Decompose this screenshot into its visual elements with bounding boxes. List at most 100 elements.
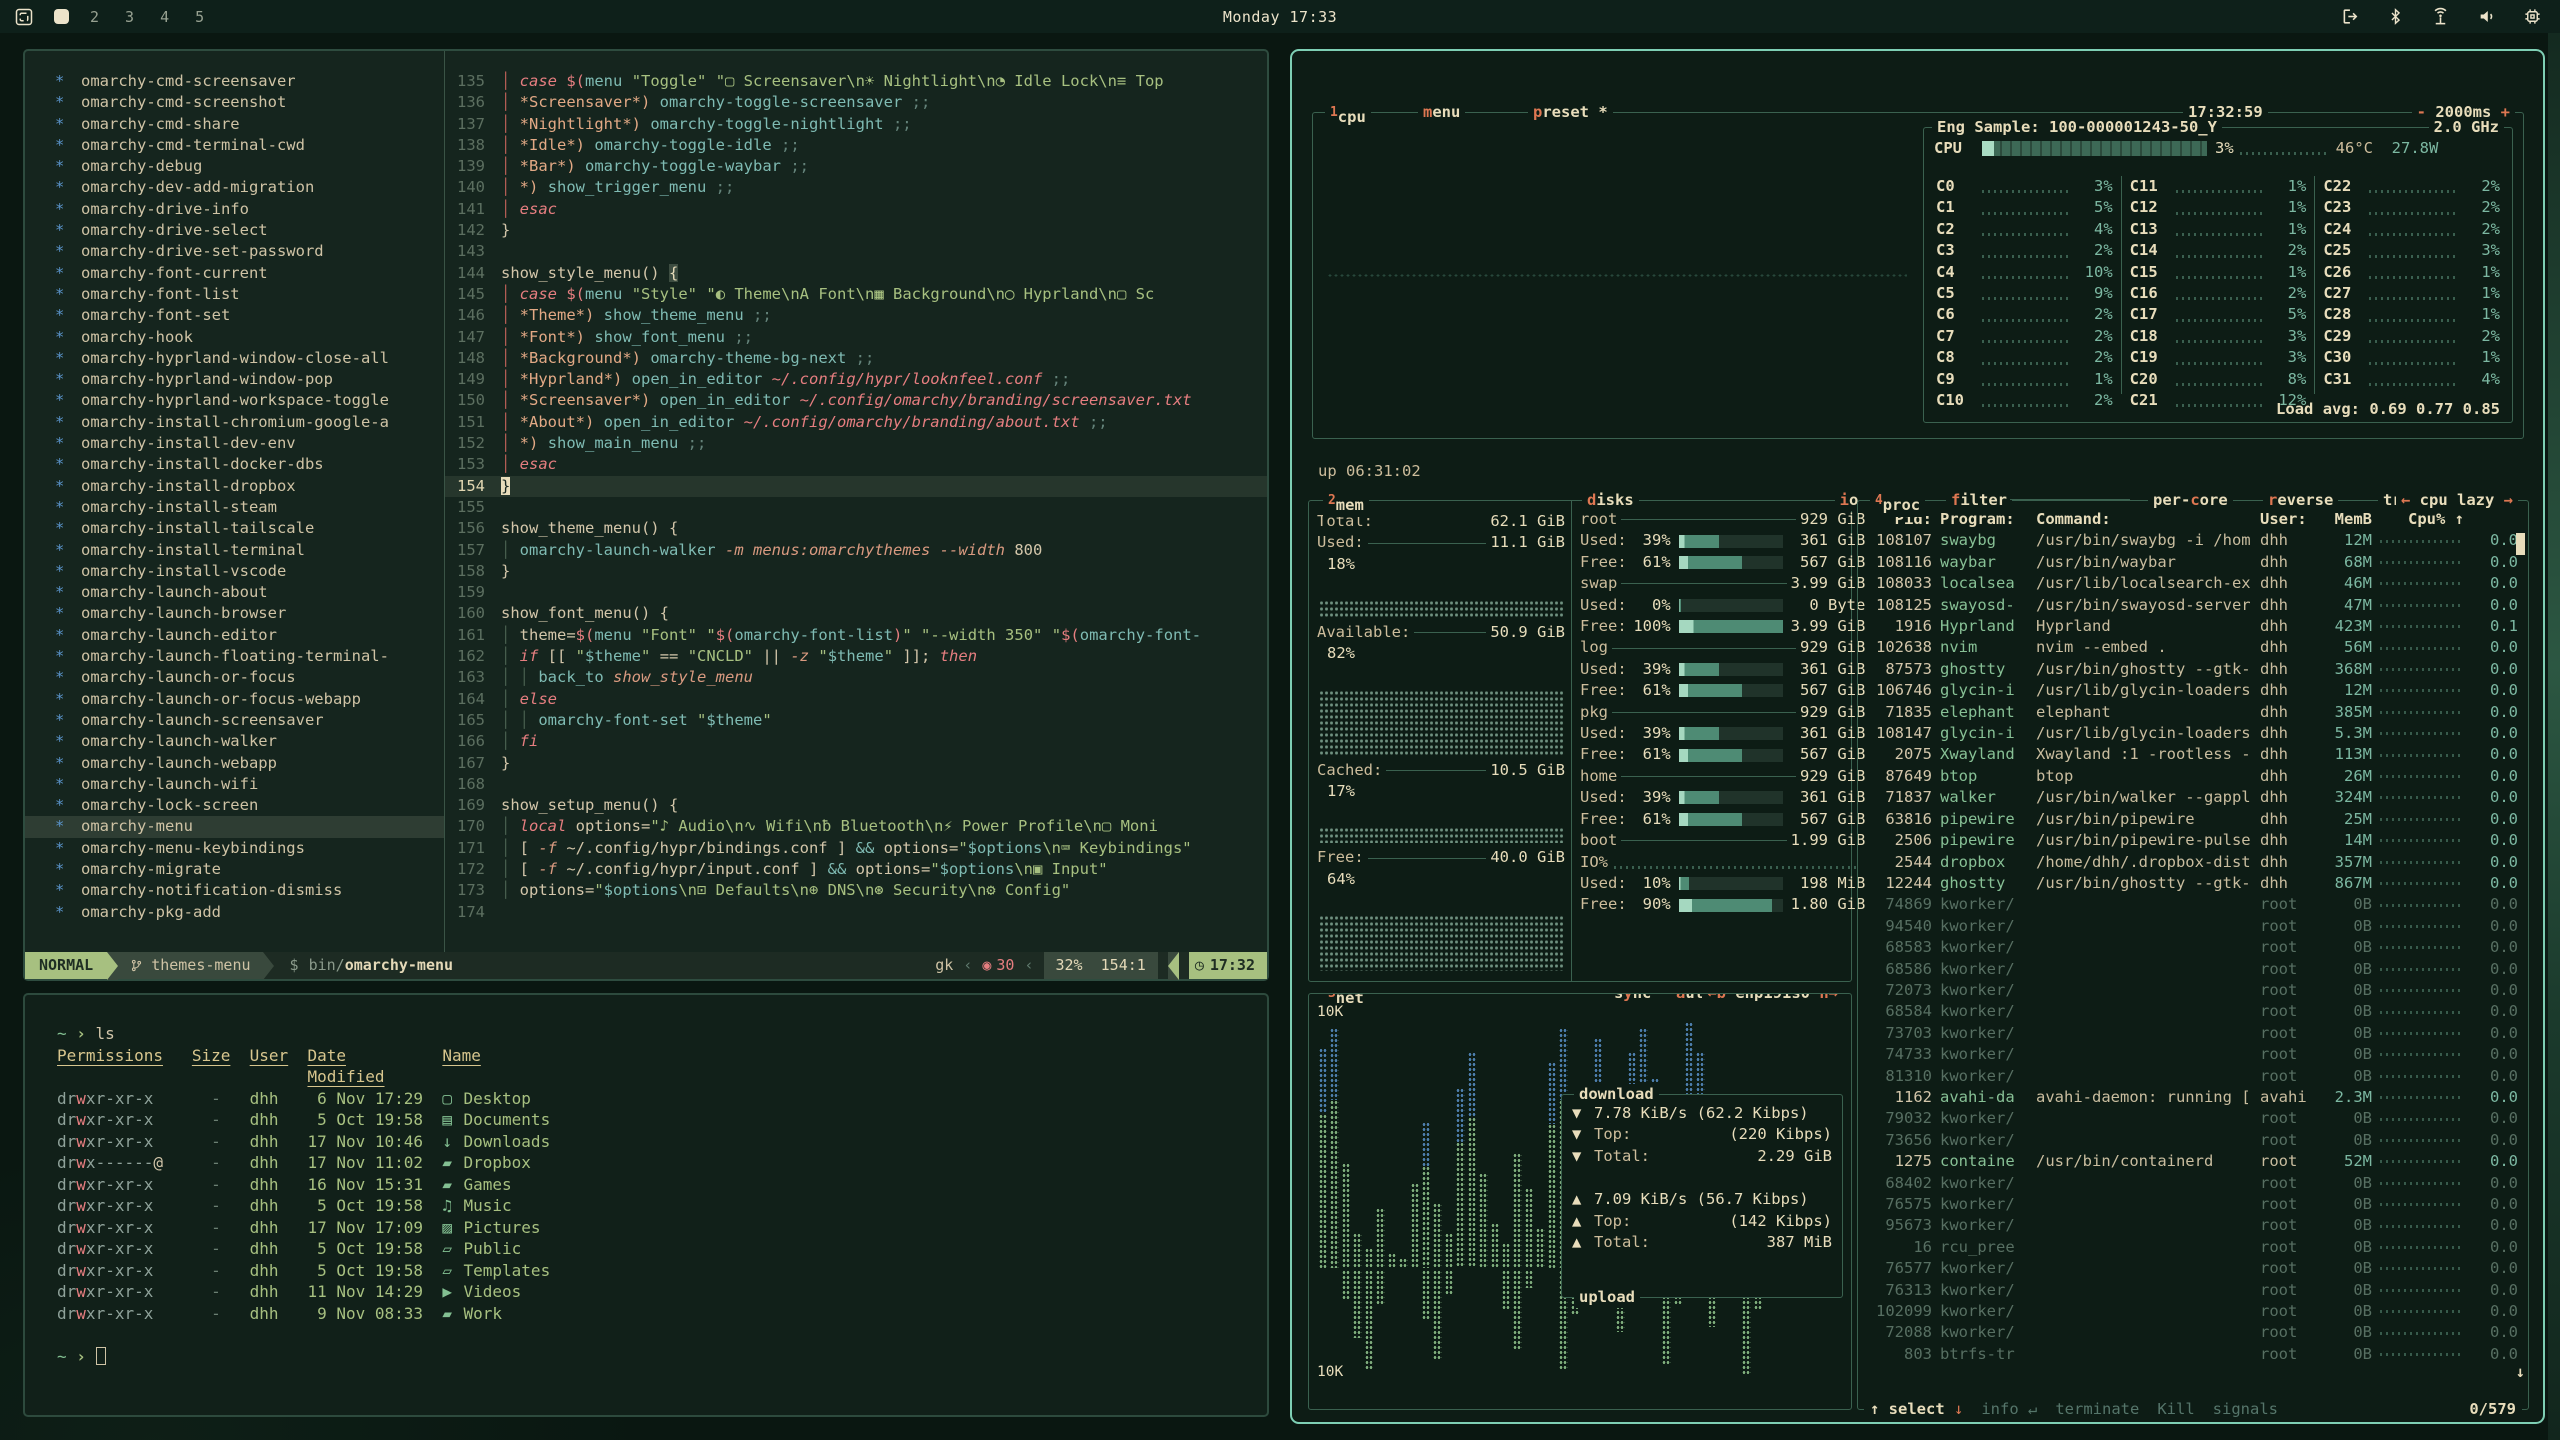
process-row[interactable]: 1275containe/usr/bin/containerdroot52M0.… (1858, 1151, 2528, 1172)
file-item[interactable]: *omarchy-launch-webapp (25, 753, 444, 774)
file-item[interactable]: *omarchy-hook (25, 327, 444, 348)
workspace-3[interactable]: 3 (120, 8, 139, 26)
file-item[interactable]: *omarchy-launch-walker (25, 731, 444, 752)
process-row[interactable]: 63816pipewire/usr/bin/pipewiredhh25M0.0 (1858, 809, 2528, 830)
process-row[interactable]: 72088kworker/root0B0.0 (1858, 1322, 2528, 1343)
process-row[interactable]: 68402kworker/root0B0.0 (1858, 1173, 2528, 1194)
file-item[interactable]: *omarchy-lock-screen (25, 795, 444, 816)
logout-icon[interactable] (2342, 7, 2361, 26)
process-row[interactable]: 12244ghostty/usr/bin/ghostty --gtk-dhh86… (1858, 873, 2528, 894)
process-row[interactable]: 68586kworker/root0B0.0 (1858, 959, 2528, 980)
file-item[interactable]: *omarchy-font-list (25, 284, 444, 305)
process-row[interactable]: 108107swaybg/usr/bin/swaybg -i /homdhh12… (1858, 530, 2528, 551)
terminal-window[interactable]: ~ › lsPermissionsSizeUserDate ModifiedNa… (23, 993, 1269, 1417)
file-item[interactable]: *omarchy-install-steam (25, 497, 444, 518)
file-item[interactable]: *omarchy-install-vscode (25, 561, 444, 582)
process-row[interactable]: 87649btopbtopdhh26M0.0 (1858, 766, 2528, 787)
file-item[interactable]: *omarchy-install-chromium-google-a (25, 412, 444, 433)
file-item[interactable]: *omarchy-launch-wifi (25, 774, 444, 795)
file-item[interactable]: *omarchy-font-current (25, 263, 444, 284)
process-row[interactable]: 108033localsea/usr/lib/localsearch-exdhh… (1858, 573, 2528, 594)
shell-prompt[interactable]: ~ › (57, 1346, 1267, 1368)
file-item[interactable]: *omarchy-drive-set-password (25, 241, 444, 262)
process-row[interactable]: 74869kworker/root0B0.0 (1858, 894, 2528, 915)
file-item[interactable]: *omarchy-menu (25, 816, 444, 837)
net-sync-button[interactable]: sync (1609, 993, 1656, 1004)
reverse-button[interactable]: reverse (2263, 490, 2338, 511)
kill-button[interactable]: Kill (2157, 1399, 2194, 1420)
process-row[interactable]: 108125swayosd-/usr/bin/swayosd-serverdhh… (1858, 595, 2528, 616)
sort-selector[interactable]: ← cpu lazy → (2396, 490, 2518, 511)
file-item[interactable]: *omarchy-launch-floating-terminal- (25, 646, 444, 667)
process-row[interactable]: 16rcu_preeroot0B0.0 (1858, 1237, 2528, 1258)
file-item[interactable]: *omarchy-debug (25, 156, 444, 177)
file-item[interactable]: *omarchy-font-set (25, 305, 444, 326)
filter-input[interactable] (2010, 490, 2130, 500)
process-row[interactable]: 102099kworker/root0B0.0 (1858, 1301, 2528, 1322)
proc-scroll-down-icon[interactable]: ↓ (2516, 1362, 2525, 1383)
file-item[interactable]: *omarchy-launch-editor (25, 625, 444, 646)
proc-scrollbar-thumb[interactable] (2516, 533, 2525, 555)
menu-button[interactable]: menu (1418, 102, 1465, 123)
process-row[interactable]: 76575kworker/root0B0.0 (1858, 1194, 2528, 1215)
file-item[interactable]: *omarchy-pkg-add (25, 902, 444, 923)
process-row[interactable]: 72073kworker/root0B0.0 (1858, 980, 2528, 1001)
cpu-chip-icon[interactable] (2523, 7, 2542, 26)
file-item[interactable]: *omarchy-hyprland-workspace-toggle (25, 390, 444, 411)
file-item[interactable]: *omarchy-hyprland-window-close-all (25, 348, 444, 369)
volume-icon[interactable] (2477, 7, 2497, 26)
process-row[interactable]: 81310kworker/root0B0.0 (1858, 1066, 2528, 1087)
file-item[interactable]: *omarchy-install-dropbox (25, 476, 444, 497)
code-buffer[interactable]: 135│ case $(menu "Toggle" "▢ Screensaver… (445, 51, 1267, 952)
file-item[interactable]: *omarchy-cmd-screenshot (25, 92, 444, 113)
process-row[interactable]: 74733kworker/root0B0.0 (1858, 1044, 2528, 1065)
process-row[interactable]: 2075XwaylandXwayland :1 -rootless -dhh11… (1858, 744, 2528, 765)
file-item[interactable]: *omarchy-cmd-share (25, 114, 444, 135)
process-row[interactable]: 2506pipewire/usr/bin/pipewire-pulsedhh14… (1858, 830, 2528, 851)
network-icon[interactable] (2430, 7, 2451, 26)
file-item[interactable]: *omarchy-launch-about (25, 582, 444, 603)
file-item[interactable]: *omarchy-drive-select (25, 220, 444, 241)
workspace-4[interactable]: 4 (155, 8, 174, 26)
btop-window[interactable]: 1cpumenupreset *17:32:59- 2000ms +Eng Sa… (1290, 49, 2545, 1424)
workspace-2[interactable]: 2 (85, 8, 104, 26)
process-row[interactable]: 73656kworker/root0B0.0 (1858, 1130, 2528, 1151)
file-list[interactable]: *omarchy-cmd-screensaver*omarchy-cmd-scr… (25, 51, 445, 952)
info-button[interactable]: info ↵ (1981, 1399, 2037, 1420)
file-item[interactable]: *omarchy-launch-or-focus-webapp (25, 689, 444, 710)
terminate-button[interactable]: terminate (2055, 1399, 2139, 1420)
file-item[interactable]: *omarchy-install-terminal (25, 540, 444, 561)
file-item[interactable]: *omarchy-notification-dismiss (25, 880, 444, 901)
process-row[interactable]: 803btrfs-trroot0B0.0 (1858, 1344, 2528, 1365)
process-row[interactable]: 2544dropbox/home/dhh/.dropbox-distdhh357… (1858, 852, 2528, 873)
file-item[interactable]: *omarchy-install-tailscale (25, 518, 444, 539)
process-row[interactable]: 79032kworker/root0B0.0 (1858, 1108, 2528, 1129)
process-row[interactable]: 94540kworker/root0B0.0 (1858, 916, 2528, 937)
workspace-5[interactable]: 5 (190, 8, 209, 26)
process-row[interactable]: 102638nvimnvim --embed .dhh56M0.0 (1858, 637, 2528, 658)
process-row[interactable]: 1162avahi-daavahi-daemon: running [avahi… (1858, 1087, 2528, 1108)
process-row[interactable]: 1916HyprlandHyprlanddhh423M0.1 (1858, 616, 2528, 637)
bluetooth-icon[interactable] (2387, 7, 2404, 26)
signals-button[interactable]: signals (2213, 1399, 2278, 1420)
process-row[interactable]: 106746glycin-i/usr/lib/glycin-loadersdhh… (1858, 680, 2528, 701)
per-core-button[interactable]: per-core (2148, 490, 2233, 511)
file-item[interactable]: *omarchy-dev-add-migration (25, 177, 444, 198)
process-row[interactable]: 108147glycin-i/usr/lib/glycin-loadersdhh… (1858, 723, 2528, 744)
file-item[interactable]: *omarchy-cmd-terminal-cwd (25, 135, 444, 156)
process-row[interactable]: 87573ghostty/usr/bin/ghostty --gtk-dhh36… (1858, 659, 2528, 680)
process-row[interactable]: 76577kworker/root0B0.0 (1858, 1258, 2528, 1279)
omarchy-logo-icon[interactable] (14, 7, 34, 27)
file-item[interactable]: *omarchy-cmd-screensaver (25, 71, 444, 92)
file-item[interactable]: *omarchy-menu-keybindings (25, 838, 444, 859)
file-item[interactable]: *omarchy-install-docker-dbs (25, 454, 444, 475)
process-row[interactable]: 108116waybar/usr/bin/waybardhh68M0.0 (1858, 552, 2528, 573)
file-item[interactable]: *omarchy-migrate (25, 859, 444, 880)
file-item[interactable]: *omarchy-launch-screensaver (25, 710, 444, 731)
process-row[interactable]: 71835elephantelephantdhh385M0.0 (1858, 702, 2528, 723)
file-item[interactable]: *omarchy-install-dev-env (25, 433, 444, 454)
preset-button[interactable]: preset * (1528, 102, 1613, 123)
neovim-window[interactable]: *omarchy-cmd-screensaver*omarchy-cmd-scr… (23, 49, 1269, 981)
process-row[interactable]: 73703kworker/root0B0.0 (1858, 1023, 2528, 1044)
process-row[interactable]: 95673kworker/root0B0.0 (1858, 1215, 2528, 1236)
